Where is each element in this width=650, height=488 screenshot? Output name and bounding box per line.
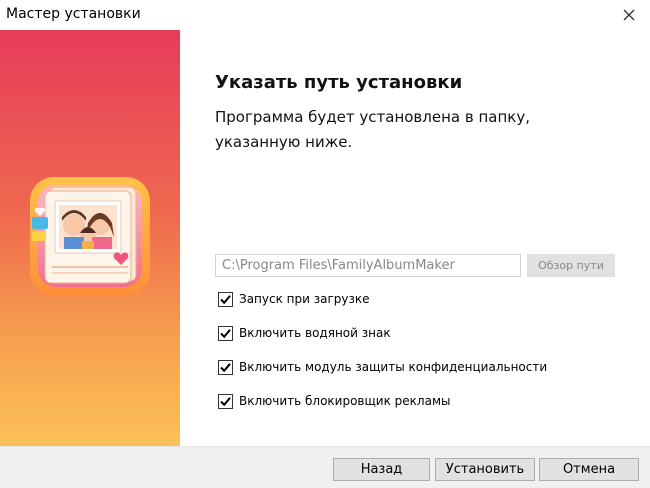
watermark-checkbox[interactable] [218, 325, 233, 341]
autostart-label: Запуск при загрузке [239, 292, 370, 306]
back-button[interactable]: Назад [333, 458, 430, 481]
cancel-button[interactable]: Отмена [539, 458, 639, 481]
option-adblocker[interactable]: Включить блокировщик рекламы [218, 392, 450, 410]
button-bar: Назад Установить Отмена [0, 446, 650, 488]
checkmark-icon [220, 294, 231, 304]
privacy-label: Включить модуль защиты конфиденциальност… [239, 360, 548, 374]
browse-path-button[interactable]: Обзор пути [527, 254, 615, 277]
title-bar: Мастер установки [0, 0, 650, 30]
option-autostart[interactable]: Запуск при загрузке [218, 290, 370, 308]
adblocker-label: Включить блокировщик рекламы [239, 394, 451, 408]
checkmark-icon [220, 396, 231, 406]
adblocker-checkbox[interactable] [218, 393, 233, 409]
option-privacy[interactable]: Включить модуль защиты конфиденциальност… [218, 358, 547, 376]
page-description: Программа будет установлена в папку, ука… [215, 108, 530, 151]
watermark-label: Включить водяной знак [239, 326, 391, 340]
side-banner [0, 30, 180, 446]
checkmark-icon [220, 362, 231, 372]
page-title: Указать путь установки [215, 72, 463, 93]
privacy-checkbox[interactable] [218, 359, 233, 375]
main-content: Указать путь установки Программа будет у… [180, 30, 650, 446]
autostart-checkbox[interactable] [218, 291, 233, 307]
install-button[interactable]: Установить [435, 458, 535, 481]
family-album-logo-icon [30, 177, 150, 295]
install-path-input[interactable] [215, 254, 521, 277]
close-button[interactable] [618, 4, 640, 26]
installer-window: Мастер установки Указать путь установки … [0, 0, 650, 488]
option-watermark[interactable]: Включить водяной знак [218, 324, 391, 342]
close-icon [623, 9, 635, 21]
checkmark-icon [220, 328, 231, 338]
window-title: Мастер установки [6, 6, 141, 22]
